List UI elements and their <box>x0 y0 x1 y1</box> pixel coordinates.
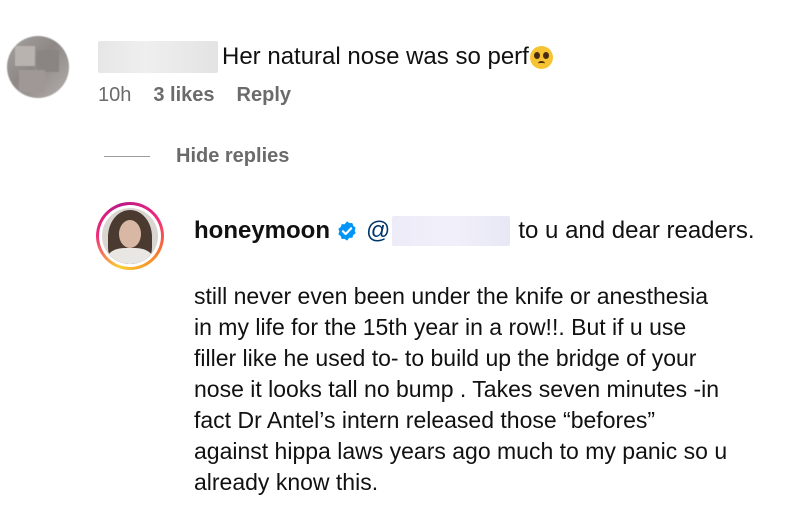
comment-likes[interactable]: 3 likes <box>153 84 214 107</box>
comments-panel: Her natural nose was so perf 10h 3 likes… <box>0 0 800 509</box>
profile-photo <box>102 208 158 264</box>
reply-header-text: to u and dear readers. <box>518 217 755 244</box>
reply-line: filler like he used to- to build up the … <box>194 345 697 371</box>
hide-replies-label: Hide replies <box>176 145 290 167</box>
divider-line <box>104 156 150 157</box>
reply-line: already know this. <box>194 469 379 495</box>
reply-line: in my life for the 15th year in a row!!.… <box>194 314 687 340</box>
comment-timestamp: 10h <box>98 84 132 106</box>
top-comment: Her natural nose was so perf <box>98 40 553 74</box>
commenter-avatar[interactable] <box>7 36 69 98</box>
redacted-mention <box>392 216 511 246</box>
top-comment-meta: 10h 3 likes Reply <box>98 84 313 107</box>
reply-line: against hippa laws years ago much to my … <box>194 438 728 464</box>
reply-text: still never even been under the knife or… <box>194 281 784 498</box>
verified-badge-icon <box>338 221 356 241</box>
reply-avatar[interactable] <box>96 202 164 270</box>
pleading-face-emoji-icon <box>529 45 553 69</box>
reply-username[interactable]: honeymoon <box>194 217 330 245</box>
reply-line: nose it looks tall no bump . Takes seven… <box>194 376 720 402</box>
reply-line: fact Dr Antel’s intern released those “b… <box>194 407 656 433</box>
reply-header: honeymoon @ to u and dear readers. <box>194 214 755 248</box>
reply-line: still never even been under the knife or… <box>194 283 708 309</box>
mention-tag[interactable]: @ <box>366 217 390 245</box>
reply-button[interactable]: Reply <box>237 84 291 107</box>
top-comment-text: Her natural nose was so perf <box>222 43 529 70</box>
redacted-username <box>98 41 218 73</box>
hide-replies-button[interactable]: Hide replies <box>104 145 289 168</box>
